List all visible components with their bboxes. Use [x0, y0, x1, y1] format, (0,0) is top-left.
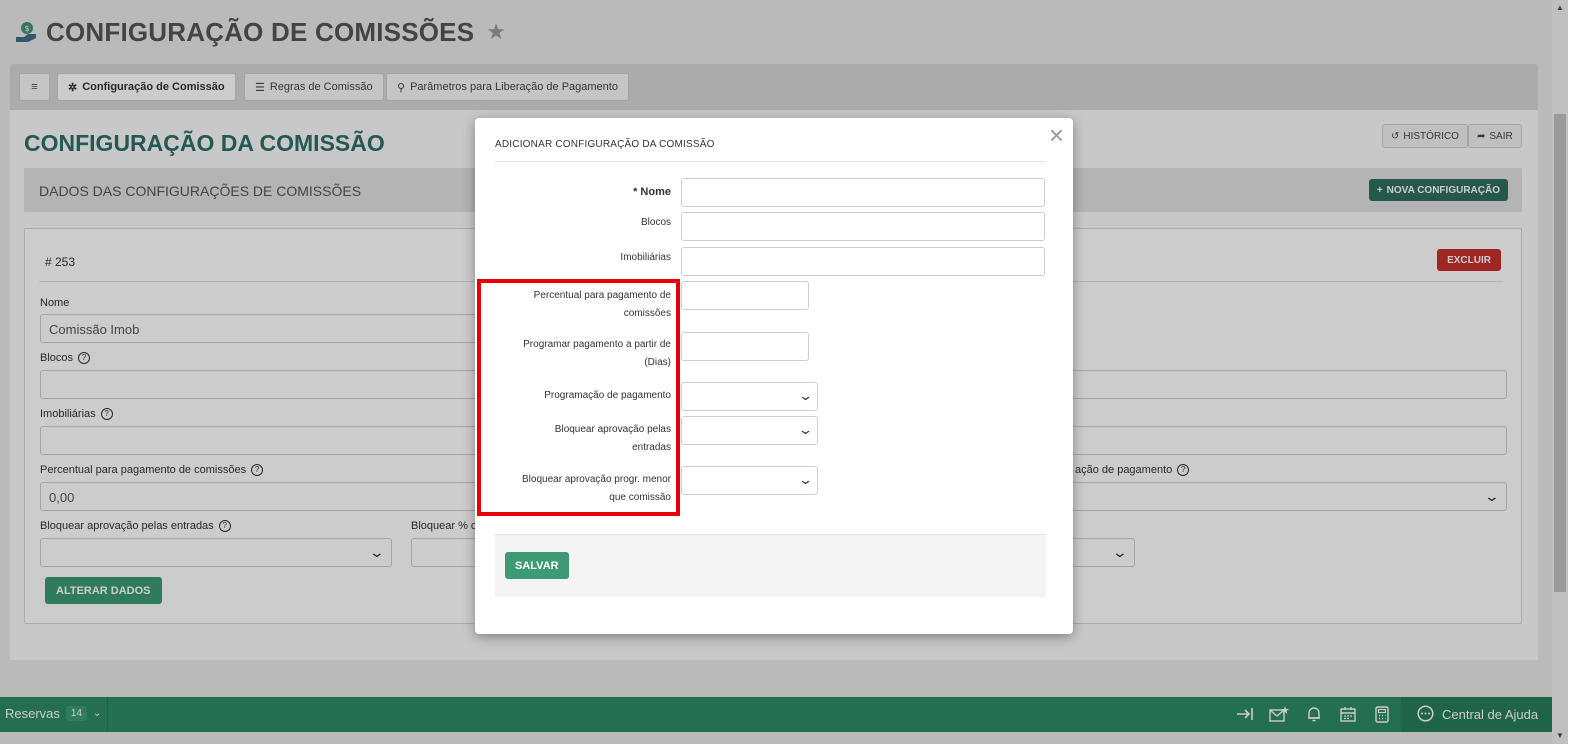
bloquear-progr-select[interactable]: ⌄	[681, 466, 818, 495]
blocos-label: Blocos	[640, 217, 671, 228]
chevron-down-icon: ⌄	[797, 422, 814, 437]
modal-title: ADICIONAR CONFIGURAÇÃO DA COMISSÃO	[495, 139, 715, 150]
salvar-button[interactable]: SALVAR	[505, 552, 569, 579]
percentual-input[interactable]	[681, 281, 809, 310]
highlight-box	[477, 279, 680, 516]
imobiliarias-label: Imobiliárias	[620, 252, 671, 263]
add-config-modal: × ADICIONAR CONFIGURAÇÃO DA COMISSÃO * N…	[475, 118, 1073, 634]
programar-dias-input[interactable]	[681, 332, 809, 361]
chevron-down-icon: ⌄	[797, 472, 814, 487]
modal-footer: SALVAR	[495, 534, 1046, 597]
bloquear-entradas-select[interactable]: ⌄	[681, 416, 818, 445]
chevron-down-icon: ⌄	[797, 388, 814, 403]
imobiliarias-input[interactable]	[681, 247, 1045, 276]
close-icon[interactable]: ×	[1049, 122, 1064, 148]
blocos-input[interactable]	[681, 212, 1045, 241]
nome-input[interactable]	[681, 178, 1045, 207]
programacao-select[interactable]: ⌄	[681, 382, 818, 411]
nome-label: * Nome	[633, 186, 671, 198]
window-edge	[1568, 0, 1594, 744]
divider	[495, 161, 1046, 162]
